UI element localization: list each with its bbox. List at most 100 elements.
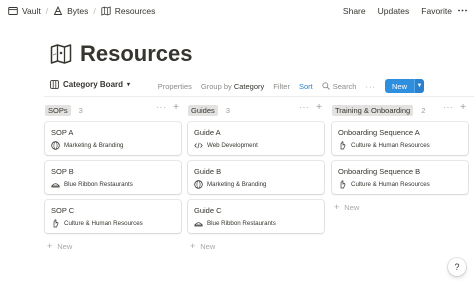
globe-icon bbox=[51, 141, 60, 150]
card-category-label: Blue Ribbon Restaurants bbox=[64, 181, 133, 188]
globe-icon bbox=[194, 180, 203, 189]
help-button[interactable]: ? bbox=[448, 258, 466, 276]
code-icon bbox=[194, 142, 203, 149]
plus-icon: + bbox=[334, 202, 340, 212]
add-card-button[interactable]: + New bbox=[334, 202, 359, 212]
card-category: Blue Ribbon Restaurants bbox=[194, 219, 276, 228]
column-add-icon[interactable]: + bbox=[460, 102, 466, 113]
add-card-button[interactable]: + New bbox=[47, 241, 72, 251]
column-count: 2 bbox=[421, 105, 426, 115]
breadcrumb: Vault / Bytes / Resources bbox=[8, 6, 155, 16]
card-category: Culture & Human Resources bbox=[338, 141, 430, 150]
new-button[interactable]: New ▼ bbox=[384, 79, 424, 93]
board-icon bbox=[50, 80, 59, 89]
column-count: 3 bbox=[78, 105, 83, 115]
card-category-label: Marketing & Branding bbox=[64, 142, 124, 149]
favorite-button[interactable]: Favorite bbox=[421, 6, 452, 16]
map-icon[interactable] bbox=[50, 43, 72, 65]
view-toolbar: Category Board ▾ Properties Group by Cat… bbox=[50, 78, 424, 94]
board-card[interactable]: Guide A Web Development bbox=[188, 122, 324, 155]
card-category: Web Development bbox=[194, 141, 258, 150]
card-title: SOP C bbox=[51, 206, 75, 215]
column-name[interactable]: Guides bbox=[188, 104, 218, 116]
breadcrumb-separator: / bbox=[93, 6, 96, 16]
card-category-label: Marketing & Branding bbox=[207, 181, 267, 188]
board-card[interactable]: Guide C Blue Ribbon Restaurants bbox=[188, 200, 324, 233]
more-options-icon[interactable] bbox=[457, 5, 468, 16]
page-title: Resources bbox=[80, 41, 193, 66]
view-name-label: Category Board bbox=[63, 80, 124, 89]
toolbar-divider bbox=[44, 96, 474, 97]
dish-icon bbox=[51, 183, 60, 188]
hand-icon bbox=[340, 141, 346, 150]
card-category: Marketing & Branding bbox=[51, 141, 124, 150]
search-icon bbox=[322, 82, 330, 90]
column-more-icon[interactable]: ··· bbox=[299, 103, 310, 112]
card-category-label: Web Development bbox=[207, 142, 258, 149]
group-by-value: Category bbox=[233, 81, 265, 91]
board-column-guides: Guides 3 ··· + Guide A Web Development G… bbox=[188, 102, 324, 251]
dish-icon bbox=[194, 222, 203, 227]
column-header: SOPs 3 ··· + bbox=[45, 102, 181, 117]
resources-map-icon bbox=[101, 6, 111, 16]
search-button[interactable]: Search bbox=[322, 81, 357, 91]
add-card-label: New bbox=[344, 202, 360, 212]
breadcrumb-label: Resources bbox=[114, 6, 156, 16]
view-more-button[interactable]: ··· bbox=[365, 82, 376, 91]
sort-button[interactable]: Sort bbox=[299, 82, 313, 91]
column-count: 3 bbox=[225, 105, 230, 115]
column-header: Training & Onboarding 2 ··· + bbox=[332, 102, 468, 117]
vault-icon bbox=[8, 7, 18, 15]
card-category: Culture & Human Resources bbox=[338, 180, 430, 189]
breadcrumb-separator: / bbox=[45, 6, 49, 16]
column-more-icon[interactable]: ··· bbox=[156, 103, 167, 112]
view-tools: Properties Group by Category Filter Sort… bbox=[158, 79, 424, 93]
column-header: Guides 3 ··· + bbox=[188, 102, 324, 117]
share-button[interactable]: Share bbox=[343, 6, 366, 16]
view-selector[interactable]: Category Board ▾ bbox=[50, 80, 130, 89]
card-category-label: Blue Ribbon Restaurants bbox=[207, 220, 276, 227]
column-add-icon[interactable]: + bbox=[316, 102, 322, 113]
card-title: Guide B bbox=[194, 167, 222, 176]
top-bar: Vault / Bytes / Resources Share Updates … bbox=[0, 0, 474, 24]
plus-icon: + bbox=[190, 241, 196, 251]
board-card[interactable]: SOP A Marketing & Branding bbox=[45, 122, 181, 155]
new-button-label: New bbox=[384, 79, 414, 93]
board-card[interactable]: SOP B Blue Ribbon Restaurants bbox=[45, 161, 181, 194]
column-add-icon[interactable]: + bbox=[173, 102, 179, 113]
card-category: Marketing & Branding bbox=[194, 180, 267, 189]
group-by-button[interactable]: Group by Category bbox=[201, 82, 264, 91]
card-title: SOP A bbox=[51, 128, 74, 137]
card-title: Guide A bbox=[194, 128, 221, 137]
card-category: Blue Ribbon Restaurants bbox=[51, 180, 133, 189]
chevron-down-icon[interactable]: ▼ bbox=[414, 79, 424, 93]
add-card-button[interactable]: + New bbox=[190, 241, 215, 251]
board-card[interactable]: SOP C Culture & Human Resources bbox=[45, 200, 181, 233]
card-title: Guide C bbox=[194, 206, 222, 215]
hand-icon bbox=[53, 219, 59, 228]
properties-button[interactable]: Properties bbox=[158, 82, 192, 91]
board-card[interactable]: Onboarding Sequence A Culture & Human Re… bbox=[332, 122, 468, 155]
chevron-down-icon: ▾ bbox=[127, 82, 131, 88]
add-card-label: New bbox=[57, 241, 73, 251]
breadcrumb-resources[interactable]: Resources bbox=[101, 6, 156, 16]
card-category: Culture & Human Resources bbox=[51, 219, 143, 228]
search-label: Search bbox=[332, 81, 357, 91]
updates-button[interactable]: Updates bbox=[378, 6, 410, 16]
breadcrumb-vault[interactable]: Vault bbox=[8, 6, 41, 16]
filter-button[interactable]: Filter bbox=[273, 82, 290, 91]
column-name[interactable]: SOPs bbox=[45, 104, 71, 116]
card-category-label: Culture & Human Resources bbox=[351, 181, 430, 188]
breadcrumb-bytes[interactable]: Bytes bbox=[53, 6, 88, 16]
column-name[interactable]: Training & Onboarding bbox=[332, 104, 414, 116]
board-column-training-onboarding: Training & Onboarding 2 ··· + Onboarding… bbox=[332, 102, 468, 212]
bytes-icon bbox=[53, 6, 63, 15]
board-card[interactable]: Guide B Marketing & Branding bbox=[188, 161, 324, 194]
top-actions: Share Updates Favorite bbox=[343, 6, 452, 16]
card-title: Onboarding Sequence A bbox=[338, 128, 420, 137]
column-more-icon[interactable]: ··· bbox=[443, 103, 454, 112]
breadcrumb-label: Vault bbox=[22, 6, 41, 16]
board-card[interactable]: Onboarding Sequence B Culture & Human Re… bbox=[332, 161, 468, 194]
add-card-label: New bbox=[200, 241, 216, 251]
hand-icon bbox=[340, 180, 346, 189]
